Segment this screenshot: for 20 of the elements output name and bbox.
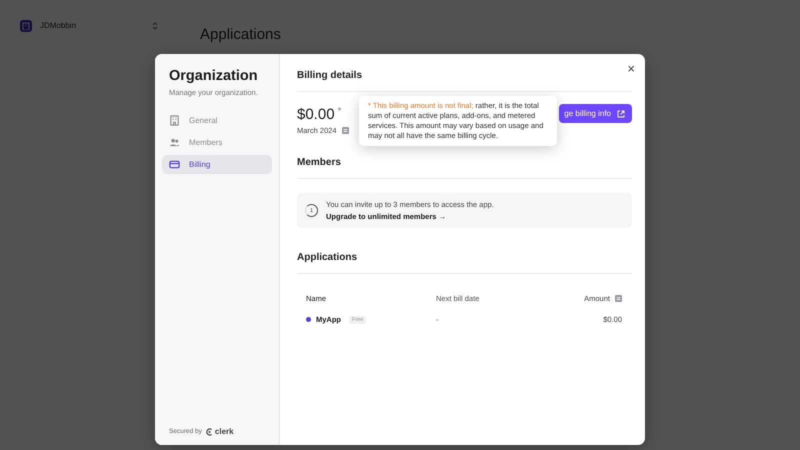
sidebar-nav-item[interactable]: Members	[162, 133, 272, 152]
chevron-up-down-icon	[152, 22, 158, 30]
sidebar-title: Organization	[169, 68, 259, 84]
info-icon[interactable]	[615, 295, 622, 302]
credit-card-icon	[169, 159, 180, 170]
organization-logo-icon	[20, 20, 32, 32]
info-icon[interactable]	[342, 127, 349, 134]
section-heading: Billing details	[297, 70, 632, 92]
manage-billing-button[interactable]: ge billing info	[559, 104, 632, 123]
section-heading: Members	[297, 157, 632, 179]
asterisk-mark: *	[338, 106, 342, 117]
building-icon	[169, 115, 180, 126]
billing-amount: $0.00	[297, 106, 335, 123]
brand-logo: clerk	[206, 427, 234, 436]
people-icon	[169, 137, 180, 148]
sidebar-nav-item[interactable]: General	[162, 111, 272, 130]
page-heading: Applications	[200, 26, 281, 43]
section-heading: Applications	[297, 252, 632, 274]
sidebar-nav-item[interactable]: Billing	[162, 155, 272, 174]
external-link-icon	[617, 110, 625, 118]
